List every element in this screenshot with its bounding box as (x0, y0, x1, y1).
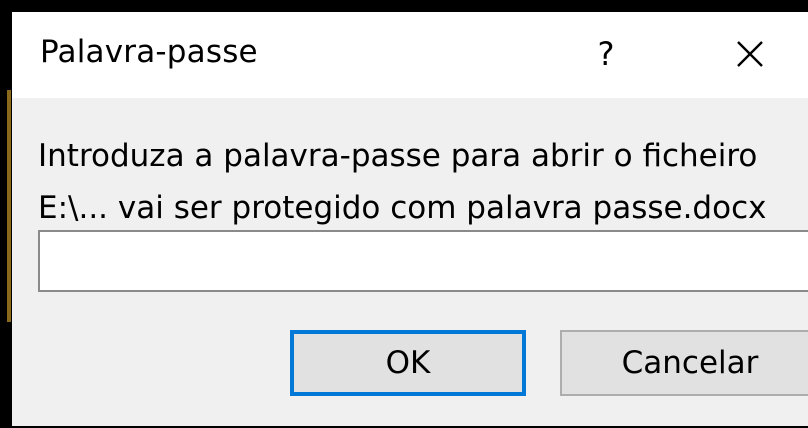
title-bar: Palavra-passe ? (12, 12, 808, 98)
close-icon (737, 41, 763, 67)
background-edge (7, 90, 11, 322)
dialog-title: Palavra-passe (40, 34, 258, 70)
password-dialog: Palavra-passe ? Introduza a palavra-pass… (12, 12, 808, 426)
password-input[interactable] (38, 230, 808, 292)
prompt-message: Introduza a palavra-passe para abrir o f… (38, 130, 766, 234)
prompt-line-1: Introduza a palavra-passe para abrir o f… (38, 138, 758, 174)
close-button[interactable] (722, 26, 778, 82)
file-path-line: E:\... vai ser protegido com palavra pas… (38, 190, 767, 226)
help-button[interactable]: ? (578, 26, 634, 82)
cancel-button[interactable]: Cancelar (560, 330, 808, 396)
help-icon: ? (597, 35, 615, 73)
ok-button[interactable]: OK (290, 330, 526, 396)
ok-button-label: OK (385, 345, 431, 381)
cancel-button-label: Cancelar (621, 345, 759, 381)
